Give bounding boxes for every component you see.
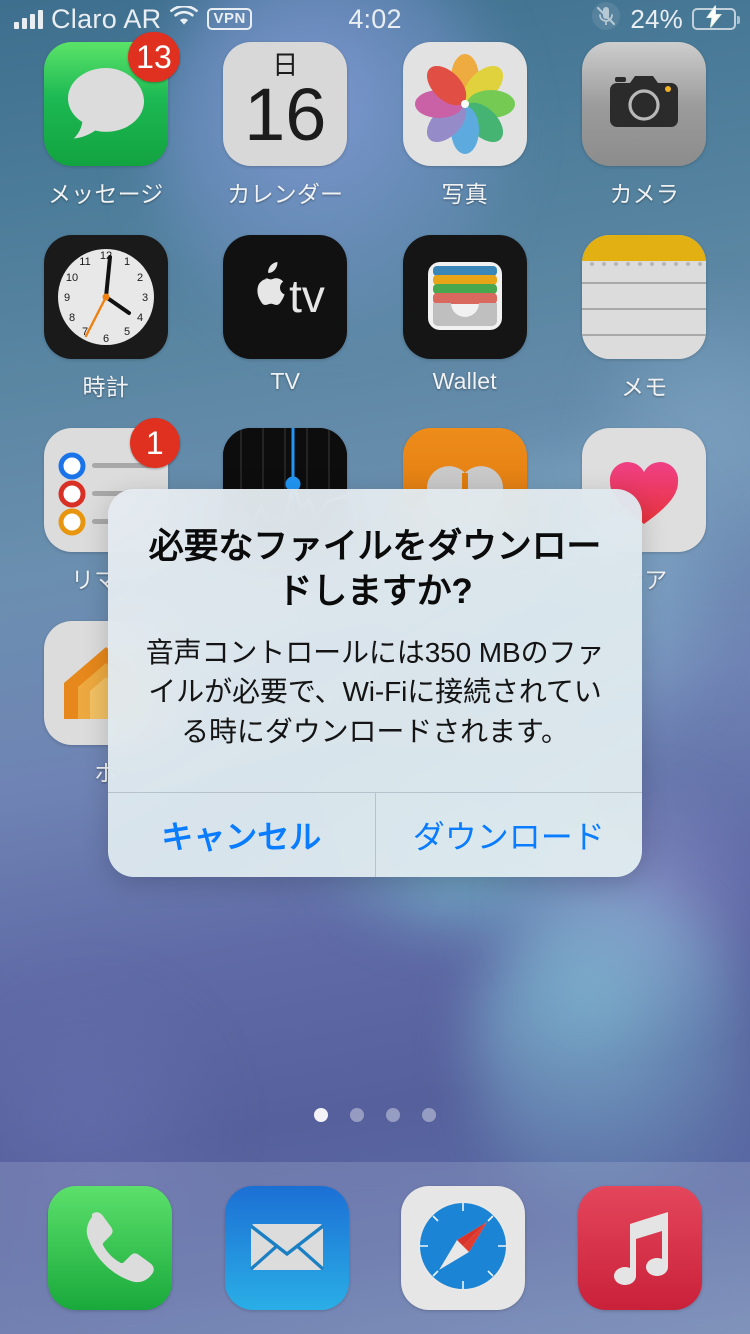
- alert-content: 必要なファイルをダウンロードしますか? 音声コントロールには350 MBのファイ…: [108, 489, 642, 792]
- status-bar: Claro AR VPN 4:02 24%: [0, 0, 750, 38]
- alert-message: 音声コントロールには350 MBのファイルが必要で、Wi-Fiに接続されている時…: [145, 636, 605, 748]
- alert-title: 必要なファイルをダウンロードしますか?: [148, 527, 602, 611]
- clock-time: 4:02: [348, 3, 402, 34]
- battery-icon: [692, 3, 740, 30]
- download-files-alert: 必要なファイルをダウンロードしますか? 音声コントロールには350 MBのファイ…: [108, 489, 642, 877]
- download-button[interactable]: ダウンロード: [374, 792, 643, 877]
- iphone-home-screen: Claro AR VPN 4:02 24% 13 メッセージ 日 16 カレンダ…: [0, 0, 750, 1334]
- microphone-off-icon: [591, 1, 621, 38]
- alert-actions: キャンセル ダウンロード: [108, 791, 643, 877]
- cancel-button[interactable]: キャンセル: [108, 793, 375, 877]
- charging-bolt-icon: [706, 3, 723, 35]
